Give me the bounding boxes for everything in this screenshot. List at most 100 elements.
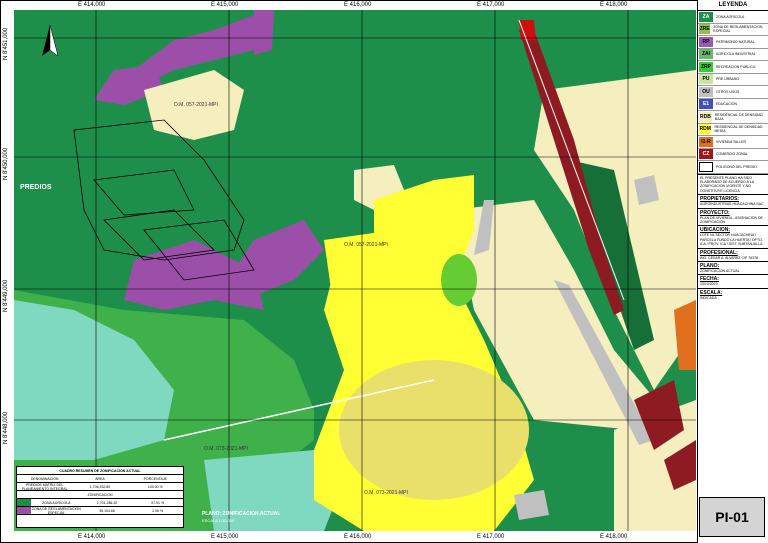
- date-text: 10/10/2023: [700, 282, 718, 287]
- location-box: UBICACION: LOTE N1 SECTOR HUACACHINA / PA…: [698, 225, 768, 247]
- legend-swatch: CZ: [699, 149, 713, 160]
- scale-box: ESCALA: INDICADA: [698, 287, 768, 301]
- legend-item: ZRE ZONA DE REGLAMENTACION ESPECIAL: [698, 24, 768, 36]
- legend-label: POLIGONO DEL PREDIO: [716, 164, 757, 169]
- summary-table: CUADRO RESUMEN DE ZONIFICACION ACTUAL DE…: [16, 466, 184, 528]
- legend-title: LEYENDA: [698, 0, 768, 11]
- table-cell: 97.91 %: [151, 500, 165, 505]
- summary-zon-label: ZONIFICACION: [17, 491, 183, 499]
- northing-label-2: N 8'450,000: [3, 147, 9, 180]
- zoning-map: [14, 10, 696, 531]
- legend-swatch: E1: [699, 99, 713, 110]
- legend-swatch: ZRE: [699, 24, 711, 35]
- owner-text: AGROINDUSTRIAS HUACACHINA SAC: [700, 202, 764, 207]
- easting-label-b5: E 418,000: [600, 534, 628, 540]
- legend-swatch: OU: [699, 86, 713, 97]
- legend-swatch: ZAI: [699, 49, 713, 60]
- legend-item: ZRP RECREACION PUBLICA: [698, 61, 768, 74]
- table-cell: 1,706,332.80: [89, 484, 111, 489]
- legend-item: RP PATRIMONIO NATURAL: [698, 36, 768, 49]
- legend-label: RECREACION PUBLICA: [716, 64, 756, 69]
- prof-text: ING. CESAR A. ALVAREZ CIP 76378: [700, 255, 758, 260]
- easting-label-b3: E 416,000: [344, 534, 372, 540]
- legend-swatch: I1-R: [699, 136, 713, 147]
- legend-item: RDB RESIDENCIAL DE DENSIDAD BAJA: [698, 111, 768, 124]
- summary-header: AREA: [95, 476, 105, 481]
- ordinance-label-3: O.M. 073-2021-MPI: [204, 446, 248, 452]
- legend-item: I1-R VIVIENDA TALLER: [698, 136, 768, 149]
- legend-label: VIVIENDA TALLER: [716, 139, 747, 144]
- easting-label-4: E 417,000: [477, 2, 505, 8]
- plan-box: PLANO: ZONIFICACION ACTUAL: [698, 260, 768, 274]
- legend-label: PATRIMONIO NATURAL: [716, 39, 755, 44]
- legend-item: PU PRE URBANO: [698, 74, 768, 86]
- owner-box: PROPIETARIOS: AGROINDUSTRIAS HUACACHINA S…: [698, 194, 768, 207]
- table-cell: 2.06 %: [152, 508, 164, 513]
- zone-urban-grid: [339, 360, 529, 500]
- easting-label-5: E 418,000: [600, 2, 628, 8]
- northing-label-3: N 8'449,000: [3, 279, 9, 312]
- legend-item: POLIGONO DEL PREDIO: [698, 161, 768, 174]
- table-cell: PREDIOS MATRIZ DEL PLANEAMIENTO INTEGRAL: [21, 482, 68, 491]
- table-cell: 100.00 %: [147, 484, 163, 489]
- plan-scale: ESCALA 1/10,000: [202, 518, 235, 523]
- legend-swatch: RDM: [699, 124, 712, 135]
- ordinance-label-1: O.M. 057-2021-MPI: [174, 102, 218, 108]
- legend-items: ZA ZONA AGRICOLA ZRE ZONA DE REGLAMENTACION…: [698, 11, 768, 174]
- summary-title: CUADRO RESUMEN DE ZONIFICACION ACTUAL: [17, 467, 183, 475]
- legend-panel: LEYENDA ZA ZONA AGRICOLA ZRE ZONA DE REGLAM…: [697, 0, 768, 543]
- easting-label-2: E 415,000: [211, 2, 239, 8]
- legend-label: ZONA AGRICOLA: [716, 14, 745, 19]
- swatch-zre: [17, 507, 31, 514]
- prof-box: PROFESIONAL: ING. CESAR A. ALVAREZ CIP 76…: [698, 247, 768, 261]
- easting-label-b4: E 417,000: [477, 534, 505, 540]
- legend-label: RESIDENCIAL DE DENSIDAD BAJA: [714, 112, 763, 121]
- legend-label: ZONA DE REGLAMENTACION ESPECIAL: [713, 25, 763, 34]
- northing-label-1: N 8'451,000: [3, 27, 9, 60]
- table-row: ZONA DE REGLAMENTACION ESPECIAL 35,104.6…: [17, 507, 183, 515]
- easting-label-1: E 414,000: [78, 2, 106, 8]
- legend-item: ZA ZONA AGRICOLA: [698, 11, 768, 24]
- easting-label-3: E 416,000: [344, 2, 372, 8]
- zone-zrp-park: [441, 254, 477, 306]
- legend-item: ZAI AGRICOLA INDUSTRIAL: [698, 49, 768, 61]
- legend-swatch: ZA: [699, 11, 713, 22]
- sheet-number: PI-01: [699, 497, 765, 537]
- note-box: EL PRESENTE PLANO HA SIDO ELABORADO DE A…: [698, 173, 768, 195]
- location-text: LOTE N1 SECTOR HUACACHINA / PARCELA FUND…: [700, 233, 763, 247]
- legend-swatch: RP: [699, 36, 713, 47]
- swatch-za: [17, 499, 31, 506]
- plan-title: PLANO: ZONIFICACION ACTUAL: [202, 511, 281, 517]
- legend-item: CZ COMERCIO ZONAL: [698, 149, 768, 161]
- legend-label: PRE URBANO: [716, 77, 740, 82]
- legend-item: OU OTROS USOS: [698, 86, 768, 99]
- northing-label-4: N 8'448,000: [3, 411, 9, 444]
- scale-text: INDICADA: [700, 295, 717, 300]
- zone-ou-2: [514, 490, 549, 520]
- easting-label-b1: E 414,000: [78, 534, 106, 540]
- easting-label-b2: E 415,000: [211, 534, 239, 540]
- table-cell: ZONA DE REGLAMENTACION ESPECIAL: [31, 506, 81, 515]
- table-row: PREDIOS MATRIZ DEL PLANEAMIENTO INTEGRAL…: [17, 483, 183, 491]
- legend-label: EDUCACION: [716, 102, 738, 107]
- ordinance-label-2: O.M. 057-2021-MPI: [344, 242, 388, 248]
- project-text: PLAN DE VIVIENDA - ASIGNACION DE ZONIFIC…: [700, 215, 763, 224]
- zone-red-mark: [519, 20, 536, 40]
- plan-text: ZONIFICACION ACTUAL: [700, 268, 740, 273]
- summary-header: PORCENTAJE: [143, 476, 167, 481]
- legend-label: RESIDENCIAL DE DENSIDAD MEDIA: [714, 125, 763, 134]
- note-text: EL PRESENTE PLANO HA SIDO ELABORADO DE A…: [700, 175, 754, 193]
- legend-swatch: [699, 161, 713, 172]
- map-canvas[interactable]: PREDIOS O.M. 057-2021-MPI O.M. 057-2021-…: [14, 10, 696, 531]
- legend-item: E1 EDUCACION: [698, 99, 768, 111]
- legend-swatch: ZRP: [699, 61, 713, 72]
- table-cell: 35,104.66: [99, 508, 115, 513]
- table-cell: ZONA AGRICOLA: [42, 500, 71, 505]
- legend-swatch: RDB: [699, 111, 712, 122]
- ordinance-label-4: O.M. 073-2021-MPI: [364, 490, 408, 496]
- legend-swatch: PU: [699, 74, 713, 85]
- zone-rp-n2: [254, 10, 274, 55]
- date-box: FECHA: 10/10/2023: [698, 274, 768, 287]
- project-box: PROYECTO: PLAN DE VIVIENDA - ASIGNACION D…: [698, 207, 768, 226]
- table-cell: 1,701,286.32: [96, 500, 118, 505]
